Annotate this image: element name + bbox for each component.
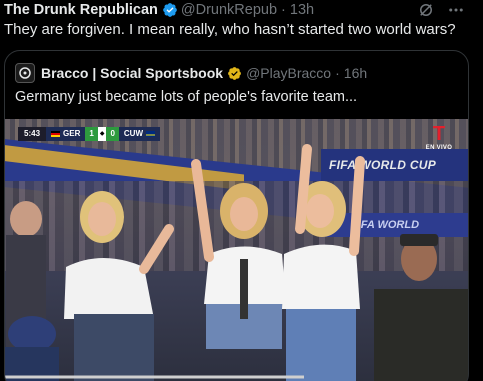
tweet-time[interactable]: 13h [290, 2, 314, 18]
more-icon[interactable] [447, 1, 465, 19]
home-team-code: GER [63, 129, 81, 138]
fans-illustration [5, 144, 468, 381]
tournament-logo-icon: ◆ [97, 127, 107, 141]
grok-icon[interactable] [417, 1, 435, 19]
quoted-tweet-time[interactable]: 16h [344, 65, 367, 81]
verified-badge-icon[interactable] [162, 2, 178, 18]
tweet-header: The Drunk Republican @DrunkRepub · 13h [4, 0, 479, 20]
header-actions [417, 1, 465, 19]
away-team: CUW [118, 127, 160, 141]
broadcaster-logo: T EN VIVO [419, 123, 459, 151]
live-tag: EN VIVO [425, 145, 453, 151]
tweet-text: They are forgiven. I mean really, who ha… [4, 21, 456, 38]
quoted-author-avatar[interactable] [15, 63, 35, 83]
quoted-tweet-text: Germany just became lots of people's fav… [15, 89, 358, 105]
quoted-tweet-header: Bracco | Social Sportsbook @PlayBracco ·… [15, 63, 367, 83]
quoted-tweet-card[interactable]: Bracco | Social Sportsbook @PlayBracco ·… [4, 50, 469, 381]
home-score: 1 [85, 127, 98, 141]
telemundo-logo-icon: T [432, 123, 446, 145]
scorebug: 5:43 GER 1 ◆ 0 CUW [18, 127, 160, 141]
away-team-code: CUW [123, 129, 143, 138]
germany-flag-icon [51, 131, 61, 137]
curacao-flag-icon [146, 131, 155, 137]
home-team: GER [46, 127, 86, 141]
tweet-photo[interactable]: FIFA WORLD CUP FIFA WORLD 5:43 GER 1 ◆ 0… [5, 119, 468, 381]
author-handle[interactable]: @DrunkRepub [181, 2, 277, 18]
match-clock: 5:43 [18, 127, 47, 141]
author-name[interactable]: The Drunk Republican [4, 2, 158, 18]
away-score: 0 [106, 127, 119, 141]
quoted-author-handle[interactable]: @PlayBracco [246, 65, 331, 81]
separator-dot: · [335, 65, 340, 81]
gold-verified-badge-icon[interactable] [227, 66, 242, 81]
quoted-author-name[interactable]: Bracco | Social Sportsbook [41, 65, 223, 81]
separator-dot: · [281, 2, 286, 18]
